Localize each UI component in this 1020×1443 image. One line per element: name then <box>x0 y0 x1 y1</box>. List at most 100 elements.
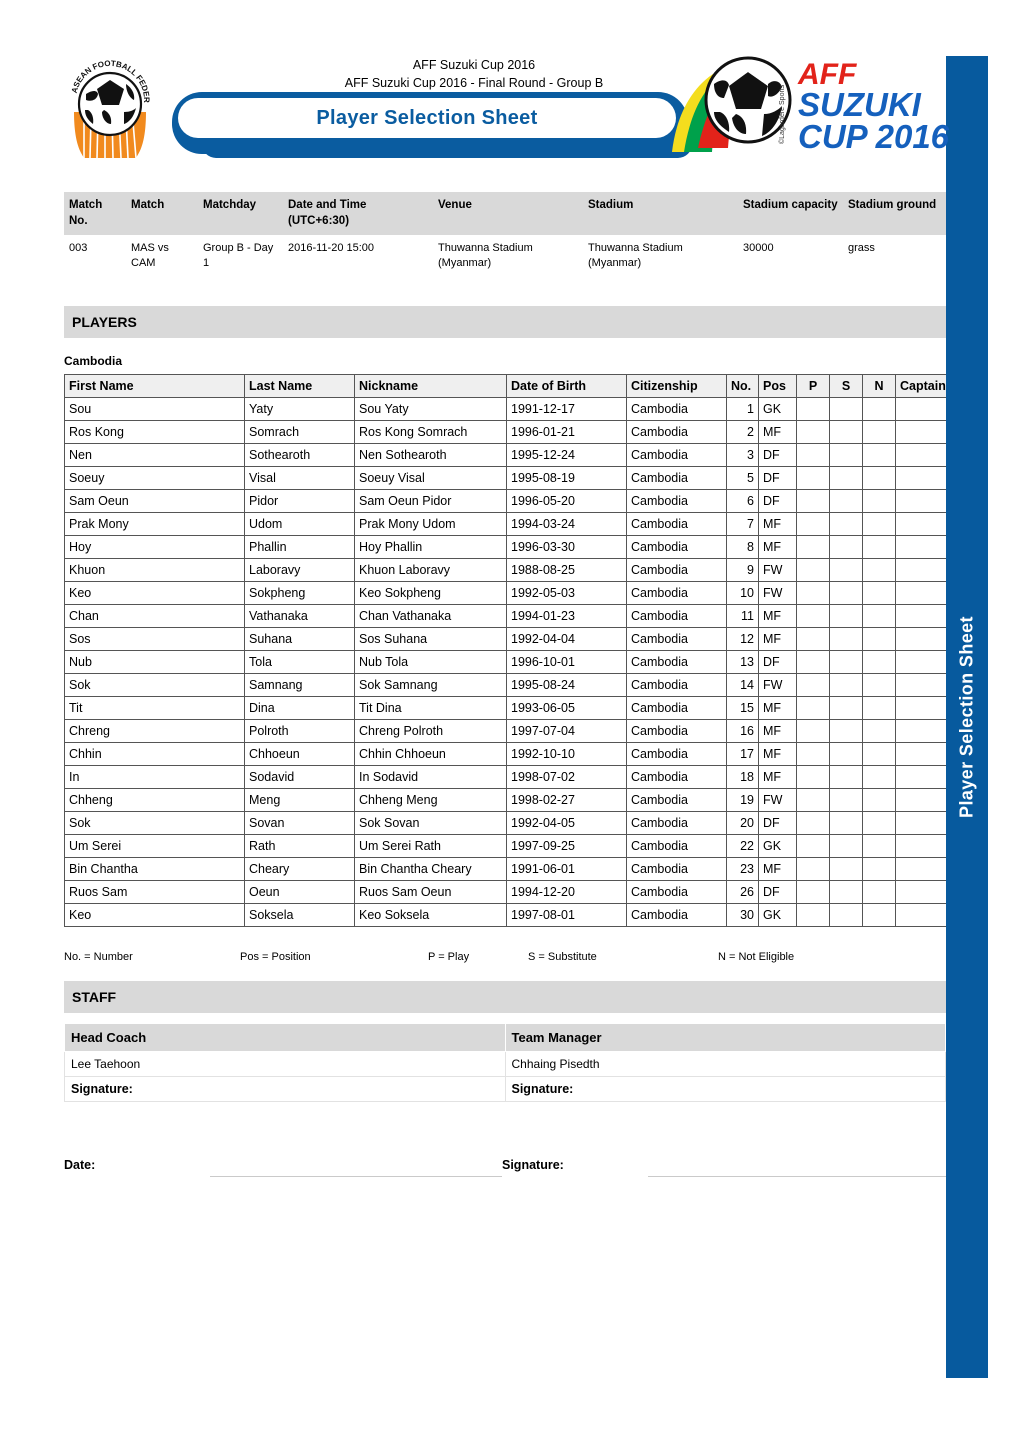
player-cell-not-eligible[interactable] <box>862 465 896 490</box>
player-cell-play[interactable] <box>796 603 830 628</box>
player-cell-play[interactable] <box>796 419 830 444</box>
player-cell-first-name: Keo <box>64 580 245 605</box>
player-cell-captain[interactable] <box>895 672 946 697</box>
player-cell-substitute[interactable] <box>829 488 863 513</box>
player-cell-captain[interactable] <box>895 626 946 651</box>
player-cell-captain[interactable] <box>895 442 946 467</box>
player-cell-captain[interactable] <box>895 879 946 904</box>
player-cell-not-eligible[interactable] <box>862 488 896 513</box>
player-cell-not-eligible[interactable] <box>862 649 896 674</box>
player-cell-substitute[interactable] <box>829 534 863 559</box>
player-cell-play[interactable] <box>796 879 830 904</box>
player-cell-captain[interactable] <box>895 396 946 421</box>
player-cell-substitute[interactable] <box>829 465 863 490</box>
player-cell-not-eligible[interactable] <box>862 902 896 927</box>
team-manager-signature-label[interactable]: Signature: <box>504 1075 946 1102</box>
player-cell-substitute[interactable] <box>829 396 863 421</box>
player-cell-substitute[interactable] <box>829 810 863 835</box>
player-cell-captain[interactable] <box>895 511 946 536</box>
player-cell-nickname: Sam Oeun Pidor <box>354 488 507 513</box>
player-cell-substitute[interactable] <box>829 603 863 628</box>
player-cell-not-eligible[interactable] <box>862 580 896 605</box>
player-cell-not-eligible[interactable] <box>862 695 896 720</box>
player-cell-play[interactable] <box>796 626 830 651</box>
player-cell-play[interactable] <box>796 764 830 789</box>
player-cell-not-eligible[interactable] <box>862 764 896 789</box>
player-cell-captain[interactable] <box>895 557 946 582</box>
player-cell-substitute[interactable] <box>829 626 863 651</box>
player-cell-not-eligible[interactable] <box>862 810 896 835</box>
player-cell-captain[interactable] <box>895 419 946 444</box>
player-cell-captain[interactable] <box>895 764 946 789</box>
player-cell-substitute[interactable] <box>829 718 863 743</box>
aff-federation-logo-icon: ASEAN FOOTBALL FEDERATION <box>64 54 151 159</box>
player-cell-play[interactable] <box>796 442 830 467</box>
player-cell-not-eligible[interactable] <box>862 557 896 582</box>
player-cell-substitute[interactable] <box>829 902 863 927</box>
player-cell-captain[interactable] <box>895 718 946 743</box>
player-cell-not-eligible[interactable] <box>862 626 896 651</box>
player-cell-play[interactable] <box>796 902 830 927</box>
player-cell-substitute[interactable] <box>829 442 863 467</box>
player-cell-captain[interactable] <box>895 488 946 513</box>
player-cell-not-eligible[interactable] <box>862 833 896 858</box>
player-cell-play[interactable] <box>796 741 830 766</box>
player-cell-not-eligible[interactable] <box>862 856 896 881</box>
player-cell-captain[interactable] <box>895 787 946 812</box>
player-cell-captain[interactable] <box>895 741 946 766</box>
player-cell-captain[interactable] <box>895 534 946 559</box>
player-cell-play[interactable] <box>796 672 830 697</box>
player-cell-play[interactable] <box>796 488 830 513</box>
player-cell-captain[interactable] <box>895 465 946 490</box>
player-cell-play[interactable] <box>796 580 830 605</box>
player-cell-substitute[interactable] <box>829 787 863 812</box>
player-cell-substitute[interactable] <box>829 833 863 858</box>
player-cell-not-eligible[interactable] <box>862 396 896 421</box>
player-cell-not-eligible[interactable] <box>862 603 896 628</box>
player-cell-not-eligible[interactable] <box>862 534 896 559</box>
head-coach-signature-label[interactable]: Signature: <box>64 1075 506 1102</box>
player-cell-play[interactable] <box>796 787 830 812</box>
table-row: Chan Vathanaka Chan Vathanaka 1994-01-23 Cam… <box>64 603 946 628</box>
player-cell-not-eligible[interactable] <box>862 672 896 697</box>
player-cell-captain[interactable] <box>895 695 946 720</box>
player-cell-not-eligible[interactable] <box>862 879 896 904</box>
player-cell-play[interactable] <box>796 695 830 720</box>
player-cell-not-eligible[interactable] <box>862 718 896 743</box>
player-cell-captain[interactable] <box>895 580 946 605</box>
player-cell-play[interactable] <box>796 856 830 881</box>
player-cell-substitute[interactable] <box>829 672 863 697</box>
player-cell-play[interactable] <box>796 396 830 421</box>
player-cell-captain[interactable] <box>895 810 946 835</box>
player-cell-substitute[interactable] <box>829 856 863 881</box>
player-cell-play[interactable] <box>796 511 830 536</box>
player-cell-substitute[interactable] <box>829 879 863 904</box>
player-cell-play[interactable] <box>796 649 830 674</box>
player-cell-substitute[interactable] <box>829 419 863 444</box>
player-cell-play[interactable] <box>796 557 830 582</box>
player-cell-play[interactable] <box>796 718 830 743</box>
player-cell-not-eligible[interactable] <box>862 442 896 467</box>
player-cell-captain[interactable] <box>895 649 946 674</box>
player-cell-substitute[interactable] <box>829 695 863 720</box>
player-cell-not-eligible[interactable] <box>862 787 896 812</box>
player-cell-play[interactable] <box>796 534 830 559</box>
player-cell-captain[interactable] <box>895 856 946 881</box>
player-cell-captain[interactable] <box>895 902 946 927</box>
footer-date-line[interactable] <box>210 1175 502 1177</box>
player-cell-not-eligible[interactable] <box>862 511 896 536</box>
player-cell-substitute[interactable] <box>829 741 863 766</box>
player-cell-play[interactable] <box>796 833 830 858</box>
player-cell-captain[interactable] <box>895 603 946 628</box>
player-cell-play[interactable] <box>796 465 830 490</box>
player-cell-substitute[interactable] <box>829 580 863 605</box>
player-cell-substitute[interactable] <box>829 557 863 582</box>
player-cell-substitute[interactable] <box>829 649 863 674</box>
player-cell-substitute[interactable] <box>829 511 863 536</box>
player-cell-substitute[interactable] <box>829 764 863 789</box>
player-cell-captain[interactable] <box>895 833 946 858</box>
player-cell-not-eligible[interactable] <box>862 741 896 766</box>
footer-signature-line[interactable] <box>648 1175 946 1177</box>
player-cell-play[interactable] <box>796 810 830 835</box>
player-cell-not-eligible[interactable] <box>862 419 896 444</box>
